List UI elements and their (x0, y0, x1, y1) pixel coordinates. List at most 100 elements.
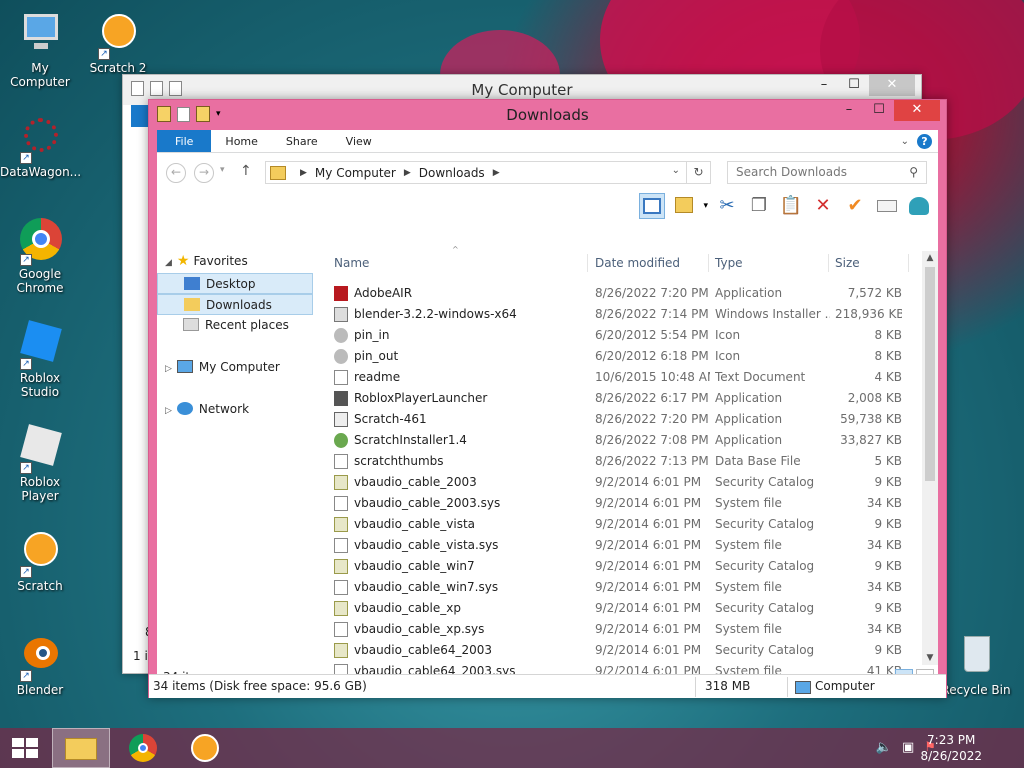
column-divider[interactable] (828, 254, 829, 272)
taskbar-scratch[interactable] (176, 728, 234, 768)
folder-options-icon[interactable] (671, 193, 697, 219)
maximize-button[interactable]: ☐ (839, 75, 869, 96)
search-icon[interactable]: ⚲ (909, 162, 918, 183)
file-row[interactable]: vbaudio_cable_2003 9/2/2014 6:01 PM Securi… (332, 472, 922, 493)
maximize-button[interactable]: ☐ (864, 100, 894, 121)
back-button[interactable]: ← (166, 163, 186, 183)
file-row[interactable]: vbaudio_cable_vista.sys 9/2/2014 6:01 PM S… (332, 535, 922, 556)
file-row[interactable]: vbaudio_cable_xp.sys 9/2/2014 6:01 PM Syst… (332, 619, 922, 640)
scrollbar-thumb[interactable] (925, 267, 935, 481)
minimize-button[interactable]: – (809, 75, 839, 96)
file-name: Scratch-461 (354, 412, 427, 426)
expand-arrow-icon[interactable]: ▷ (165, 406, 172, 416)
desktop-icon-scratch[interactable]: ↗ Scratch (0, 528, 80, 593)
breadcrumb-downloads[interactable]: Downloads (419, 166, 485, 180)
column-header-name[interactable]: Name (332, 251, 587, 275)
file-row[interactable]: scratchthumbs 8/26/2022 7:13 PM Data Base … (332, 451, 922, 472)
nav-favorites[interactable]: ◢ ★ Favorites (165, 251, 248, 272)
desktop-icon-roblox-player[interactable]: ↗ Roblox Player (0, 424, 80, 503)
clock[interactable]: 7:23 PM 8/26/2022 (920, 732, 982, 764)
forward-button[interactable]: → (194, 163, 214, 183)
file-row[interactable]: Scratch-461 8/26/2022 7:20 PM Application 5… (332, 409, 922, 430)
desktop-icon-recycle-bin[interactable]: Recycle Bin (936, 632, 1016, 697)
file-row[interactable]: vbaudio_cable_win7.sys 9/2/2014 6:01 PM Sy… (332, 577, 922, 598)
delete-icon[interactable]: ✕ (810, 193, 836, 219)
refresh-icon[interactable]: ↻ (686, 162, 710, 183)
file-row[interactable]: pin_in 6/20/2012 5:54 PM Icon 8 KB (332, 325, 922, 346)
options-dropdown-icon[interactable]: ▾ (703, 201, 708, 211)
breadcrumb-my-computer[interactable]: My Computer (315, 166, 396, 180)
column-header-type[interactable]: Type (713, 251, 828, 275)
file-size: 9 KB (874, 517, 902, 531)
column-divider[interactable] (708, 254, 709, 272)
tab-home[interactable]: Home (211, 130, 271, 152)
file-name: vbaudio_cable_xp.sys (354, 622, 485, 636)
expand-ribbon-icon[interactable]: ⌄ (901, 136, 909, 147)
vertical-scrollbar[interactable]: ▲ ▼ (922, 251, 938, 665)
file-row[interactable]: blender-3.2.2-windows-x64 8/26/2022 7:14 … (332, 304, 922, 325)
start-button[interactable] (0, 728, 58, 768)
scroll-up-icon[interactable]: ▲ (922, 253, 938, 263)
search-input[interactable]: Search Downloads ⚲ (727, 161, 927, 184)
breadcrumb-separator-icon[interactable]: ▶ (300, 168, 307, 178)
volume-icon[interactable]: 🔈 (876, 740, 892, 755)
check-icon[interactable]: ✔ (842, 193, 868, 219)
address-bar[interactable]: ▶ My Computer ▶ Downloads ▶ ⌄ ↻ (265, 161, 711, 184)
file-row[interactable]: vbaudio_cable_xp 9/2/2014 6:01 PM Security… (332, 598, 922, 619)
preview-pane-icon[interactable] (639, 193, 666, 219)
taskbar-file-explorer[interactable] (52, 728, 110, 768)
cut-icon[interactable]: ✂ (714, 193, 740, 219)
up-button[interactable]: ↑ (240, 163, 252, 179)
file-row[interactable]: readme 10/6/2015 10:48 AM Text Document 4 K… (332, 367, 922, 388)
tab-view[interactable]: View (332, 130, 386, 152)
network-status-icon[interactable]: ▣ (902, 740, 914, 755)
nav-network[interactable]: ▷ Network (165, 399, 249, 420)
expand-arrow-icon[interactable]: ▷ (165, 364, 172, 374)
column-header-date[interactable]: Date modified (593, 251, 708, 275)
title-bar[interactable]: ▾ Downloads – ☐ ✕ (149, 100, 946, 130)
rename-icon[interactable] (874, 193, 900, 219)
desktop-icon-datawagon[interactable]: ↗ DataWagon... (0, 114, 82, 179)
breadcrumb-separator-icon[interactable]: ▶ (493, 168, 500, 178)
scroll-down-icon[interactable]: ▼ (922, 653, 938, 663)
nav-desktop[interactable]: Desktop (157, 273, 313, 294)
desktop-icon-label: DataWagon... (0, 165, 82, 179)
tab-share[interactable]: Share (272, 130, 332, 152)
desktop-icon-google-chrome[interactable]: ↗ Google Chrome (0, 216, 80, 295)
desktop-icon-blender[interactable]: ↗ Blender (0, 632, 80, 697)
file-row[interactable]: vbaudio_cable_win7 9/2/2014 6:01 PM Securi… (332, 556, 922, 577)
breadcrumb-separator-icon[interactable]: ▶ (404, 168, 411, 178)
file-row[interactable]: vbaudio_cable_vista 9/2/2014 6:01 PM Secur… (332, 514, 922, 535)
desktop-icon-roblox-studio[interactable]: ↗ Roblox Studio (0, 320, 80, 399)
minimize-button[interactable]: – (834, 100, 864, 121)
nav-my-computer[interactable]: ▷ My Computer (165, 357, 280, 378)
file-row[interactable]: vbaudio_cable64_2003 9/2/2014 6:01 PM Secu… (332, 640, 922, 661)
recycle-bin-icon (952, 632, 1000, 680)
recent-locations-icon[interactable]: ▾ (220, 165, 225, 175)
close-button[interactable]: ✕ (894, 100, 940, 121)
help-icon[interactable]: ? (917, 134, 932, 149)
column-divider[interactable] (908, 254, 909, 272)
close-button[interactable]: ✕ (869, 75, 915, 96)
column-divider[interactable] (587, 254, 588, 272)
file-row[interactable]: pin_out 6/20/2012 6:18 PM Icon 8 KB (332, 346, 922, 367)
file-row[interactable]: RobloxPlayerLauncher 8/26/2022 6:17 PM App… (332, 388, 922, 409)
file-row[interactable]: ScratchInstaller1.4 8/26/2022 7:08 PM Appl… (332, 430, 922, 451)
file-row[interactable]: vbaudio_cable_2003.sys 9/2/2014 6:01 PM Sy… (332, 493, 922, 514)
nav-downloads[interactable]: Downloads (157, 294, 313, 315)
status-divider (695, 677, 696, 697)
tab-file[interactable]: File (157, 130, 212, 152)
copy-icon[interactable]: ❐ (746, 193, 772, 219)
taskbar-chrome[interactable] (114, 728, 172, 768)
shell-icon[interactable] (906, 193, 932, 219)
collapse-arrow-icon[interactable]: ◢ (165, 258, 172, 268)
nav-recent-places[interactable]: Recent places (183, 315, 289, 336)
column-header-size[interactable]: Size (833, 251, 903, 275)
desktop-icon-scratch-2[interactable]: ↗ Scratch 2 (78, 10, 158, 75)
downloads-window[interactable]: ▾ Downloads – ☐ ✕ File Home Share View ⌄… (148, 99, 947, 698)
desktop-icon-my-computer[interactable]: My Computer (0, 10, 80, 89)
status-bar: 34 items (Disk free space: 95.6 GB) 318 … (149, 674, 946, 698)
file-row[interactable]: AdobeAIR 8/26/2022 7:20 PM Application 7,57… (332, 283, 922, 304)
paste-icon[interactable]: 📋 (778, 193, 804, 219)
address-dropdown-icon[interactable]: ⌄ (672, 165, 680, 176)
